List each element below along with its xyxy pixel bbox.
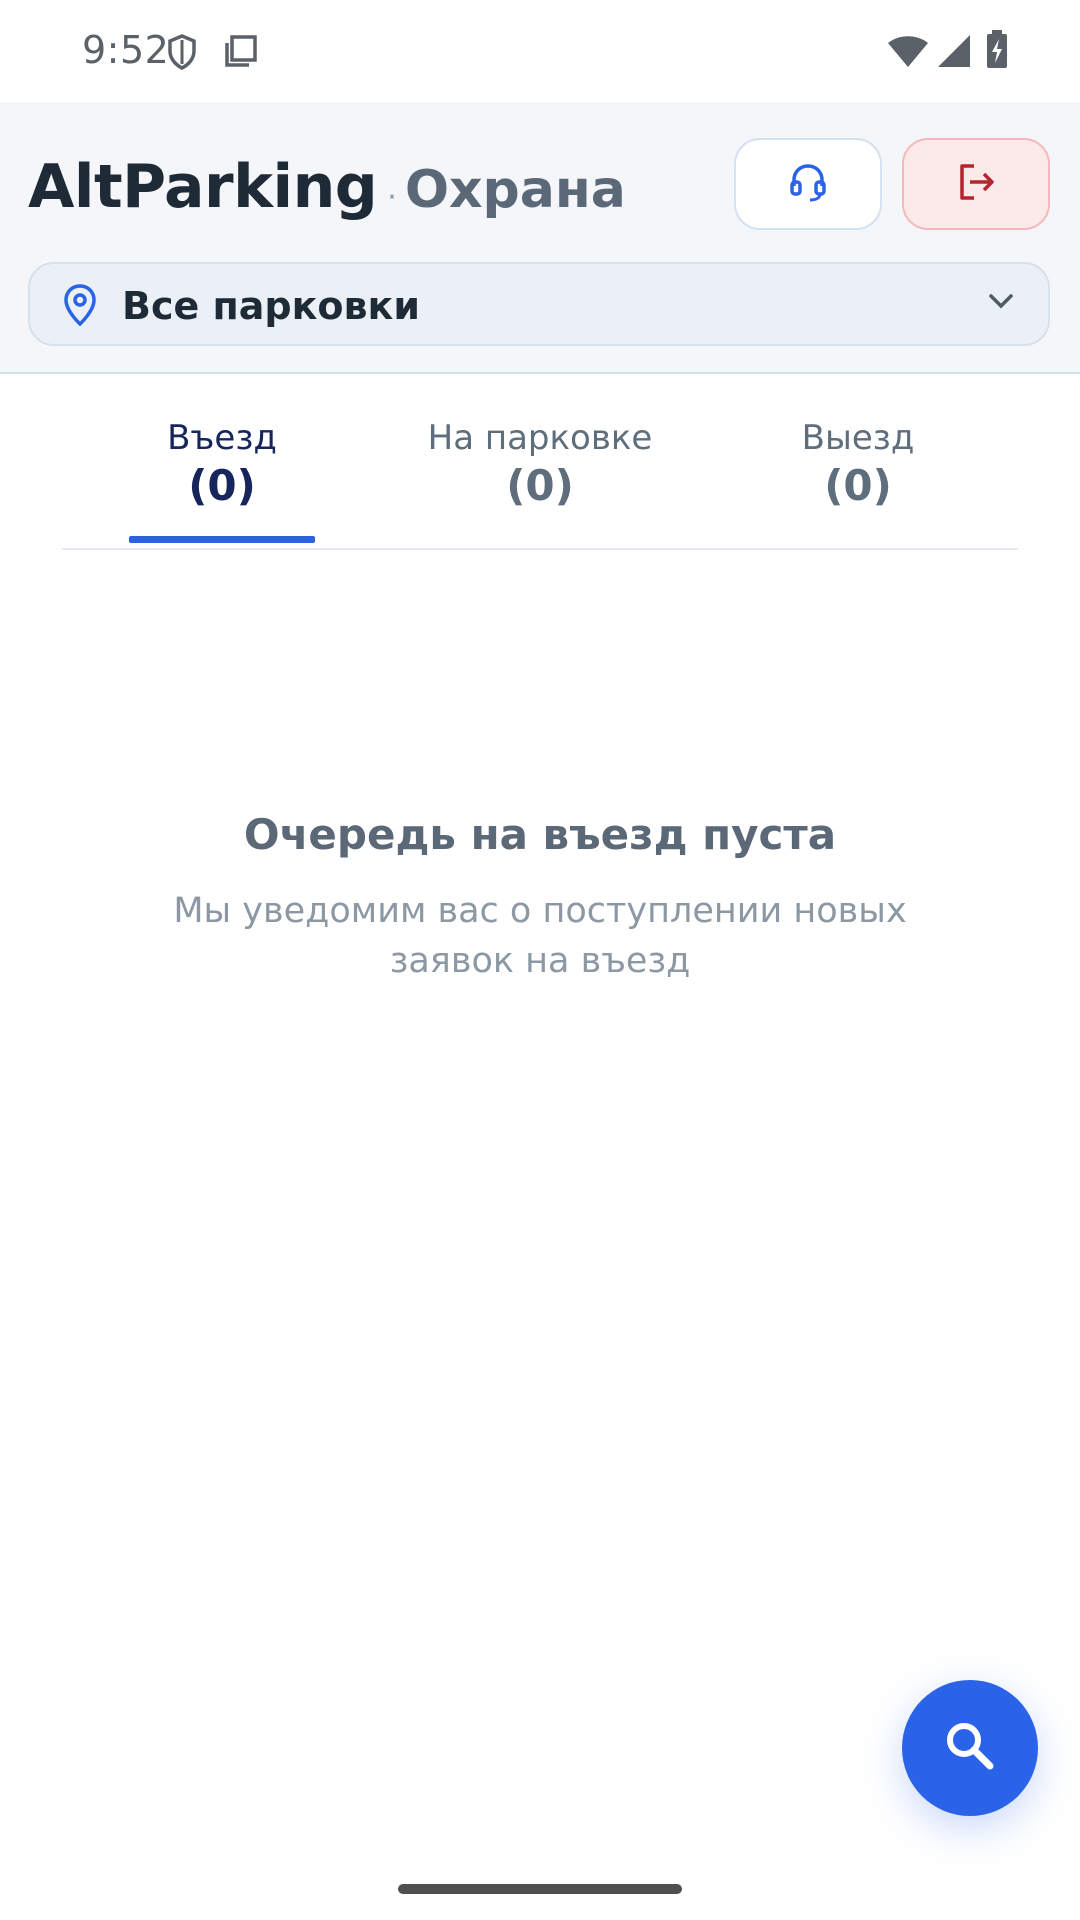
tab-label: Въезд (167, 418, 277, 458)
brand: AltParking · Охрана (28, 152, 626, 222)
tab-count: (0) (506, 461, 574, 510)
app-name: AltParking (28, 152, 378, 222)
brand-separator: · (387, 180, 397, 215)
role-label: Охрана (404, 160, 626, 220)
location-pin-icon (64, 284, 96, 330)
tab-label: На парковке (427, 418, 653, 458)
empty-state-subtitle: Мы уведомим вас о поступлении новых заяв… (173, 891, 907, 981)
tab-exit[interactable]: Выезд (0) (708, 418, 1008, 514)
logout-icon (954, 160, 998, 208)
parking-selector-label: Все парковки (122, 284, 420, 328)
shield-icon (167, 34, 197, 74)
app-header: AltParking · Охрана Все парковки (0, 102, 1080, 374)
wifi-icon (886, 33, 930, 73)
copy-icon (224, 34, 258, 72)
search-icon (942, 1718, 998, 1778)
tab-on-parking[interactable]: На парковке (0) (390, 418, 690, 514)
empty-state-title: Очередь на въезд пуста (243, 810, 837, 859)
parking-selector[interactable]: Все парковки (28, 262, 1050, 346)
search-fab-button[interactable] (902, 1680, 1038, 1816)
tab-bar: Въезд (0) На парковке (0) Выезд (0) (62, 372, 1018, 550)
battery-charging-icon (986, 30, 1008, 74)
tab-entry[interactable]: Въезд (0) (72, 418, 372, 514)
tab-count: (0) (188, 461, 256, 510)
logout-button[interactable] (902, 138, 1050, 230)
support-button[interactable] (734, 138, 882, 230)
tab-label: Выезд (801, 418, 915, 458)
headset-icon (786, 160, 830, 208)
gesture-navigation-bar[interactable] (398, 1884, 682, 1894)
signal-icon (936, 33, 972, 73)
status-bar: 9:52 (0, 0, 1080, 102)
active-tab-indicator (129, 536, 315, 543)
chevron-down-icon (988, 292, 1014, 314)
tab-count: (0) (824, 461, 892, 510)
status-time: 9:52 (82, 28, 170, 72)
